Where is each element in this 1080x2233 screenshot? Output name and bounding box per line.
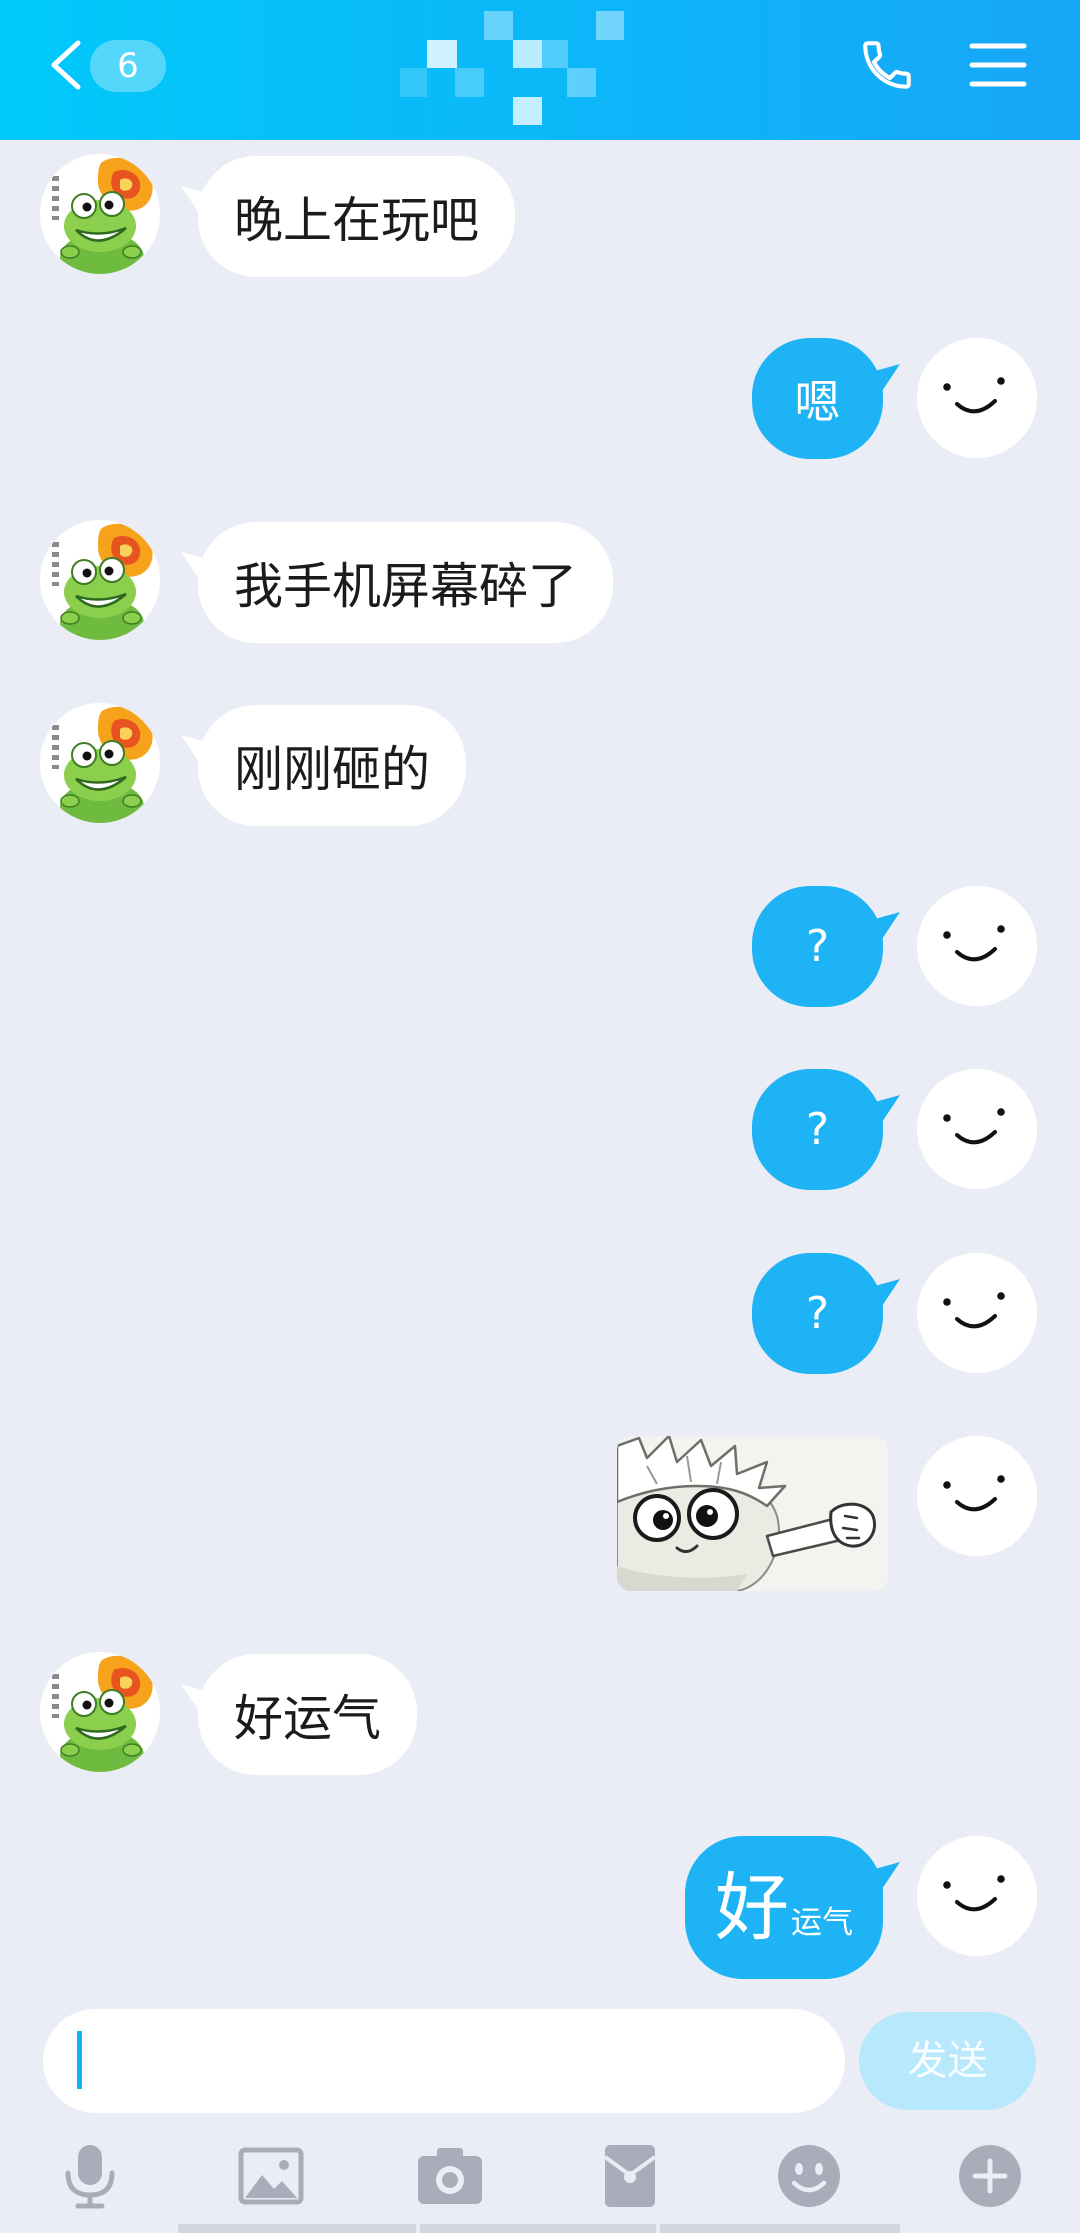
message-input[interactable] <box>43 2009 845 2113</box>
smiley-avatar-icon[interactable] <box>917 1069 1037 1189</box>
panel-tab-indicator <box>178 2224 416 2233</box>
text-caret <box>77 2031 82 2089</box>
message-bubble[interactable]: 晚上在玩吧 <box>198 156 516 277</box>
message-row: 嗯 <box>0 338 1080 488</box>
microphone-icon[interactable] <box>55 2141 125 2211</box>
chevron-left-icon[interactable] <box>44 38 88 92</box>
panel-tab-indicator <box>420 2224 656 2233</box>
smiley-avatar-icon[interactable] <box>917 338 1037 458</box>
message-text: 晚上在玩吧 <box>234 192 480 249</box>
smiley-avatar-icon[interactable] <box>917 1253 1037 1373</box>
send-button[interactable]: 发送 <box>859 2012 1036 2110</box>
panel-tab-indicator <box>660 2224 900 2233</box>
message-bubble[interactable]: ? <box>752 886 883 1007</box>
anime-peeking-sticker[interactable] <box>617 1436 888 1591</box>
message-row: 我手机屏幕碎了 <box>0 520 1080 670</box>
message-text: ? <box>805 1288 830 1339</box>
message-bubble[interactable]: 好 运气 <box>685 1836 883 1979</box>
message-row: 晚上在玩吧 <box>0 154 1080 304</box>
camera-icon[interactable] <box>415 2141 485 2211</box>
emoji-icon[interactable] <box>774 2141 844 2211</box>
message-text: ? <box>805 1104 830 1155</box>
message-text: ? <box>805 921 830 972</box>
message-text: 好运气 <box>234 1690 382 1747</box>
message-bubble[interactable]: 好运气 <box>198 1654 418 1775</box>
frog-avatar-icon[interactable] <box>40 154 160 274</box>
message-row: 好运气 <box>0 1652 1080 1802</box>
frog-avatar-icon[interactable] <box>40 1652 160 1772</box>
plus-icon[interactable] <box>955 2141 1025 2211</box>
red-packet-icon[interactable] <box>595 2141 665 2211</box>
message-row: 刚刚砸的 <box>0 703 1080 853</box>
smiley-avatar-icon[interactable] <box>917 1436 1037 1556</box>
message-text: 刚刚砸的 <box>234 741 431 798</box>
frog-avatar-icon[interactable] <box>40 520 160 640</box>
message-bubble[interactable]: ? <box>752 1069 883 1190</box>
phone-icon[interactable] <box>858 36 916 94</box>
unread-badge[interactable]: 6 <box>90 40 166 92</box>
message-row: ? <box>0 886 1080 1036</box>
message-text: 嗯 <box>794 374 841 429</box>
chat-header: 6 <box>0 0 1080 140</box>
image-icon[interactable] <box>236 2141 306 2211</box>
menu-icon[interactable] <box>968 40 1028 90</box>
message-large-text: 好 <box>715 1864 789 1951</box>
styled-message-text: 好 运气 <box>715 1871 853 1945</box>
message-bubble[interactable]: ? <box>752 1253 883 1374</box>
message-bubble[interactable]: 我手机屏幕碎了 <box>198 522 614 643</box>
message-small-text: 运气 <box>791 1904 853 1941</box>
smiley-avatar-icon[interactable] <box>917 1836 1037 1956</box>
message-bubble[interactable]: 嗯 <box>752 338 883 459</box>
blurred-title <box>400 11 624 125</box>
message-text: 我手机屏幕碎了 <box>234 558 578 615</box>
message-row: 好 运气 <box>0 1836 1080 1986</box>
message-bubble[interactable]: 刚刚砸的 <box>198 705 467 826</box>
message-row: ? <box>0 1069 1080 1219</box>
message-row: ? <box>0 1253 1080 1403</box>
message-row <box>0 1436 1080 1596</box>
smiley-avatar-icon[interactable] <box>917 886 1037 1006</box>
frog-avatar-icon[interactable] <box>40 703 160 823</box>
